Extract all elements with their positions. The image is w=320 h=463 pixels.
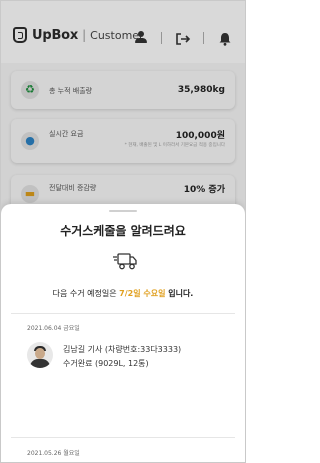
notice-prefix: 다음 수거 예정일은 [52, 289, 120, 298]
truck-icon [112, 251, 138, 273]
record-date: 2021.06.04 금요일 [27, 325, 80, 332]
next-pickup-notice: 다음 수거 예정일은 7/2일 수요일 입니다. [1, 288, 245, 299]
driver-avatar [27, 342, 53, 368]
sheet-title: 수거스케줄을 알려드려요 [60, 224, 186, 238]
sheet-drag-handle[interactable] [109, 210, 137, 212]
schedule-bottom-sheet: 수거스케줄을 알려드려요 다음 수거 예정일은 7/2일 수요일 입니다. 20… [1, 204, 245, 462]
divider [11, 437, 235, 438]
app-frame: UpBox | Customer ♻ 총 누적 배출량 35,980kg ● 실… [0, 0, 246, 463]
driver-info: 김남길 기사 (차량번호:33다3333) [63, 345, 182, 354]
divider [11, 313, 235, 314]
pickup-status: 수거완료 (9029L, 12통) [63, 359, 149, 368]
next-pickup-date: 7/2일 수요일 [119, 289, 166, 298]
record-date: 2021.05.26 월요일 [27, 450, 80, 457]
notice-suffix: 입니다. [165, 289, 194, 298]
